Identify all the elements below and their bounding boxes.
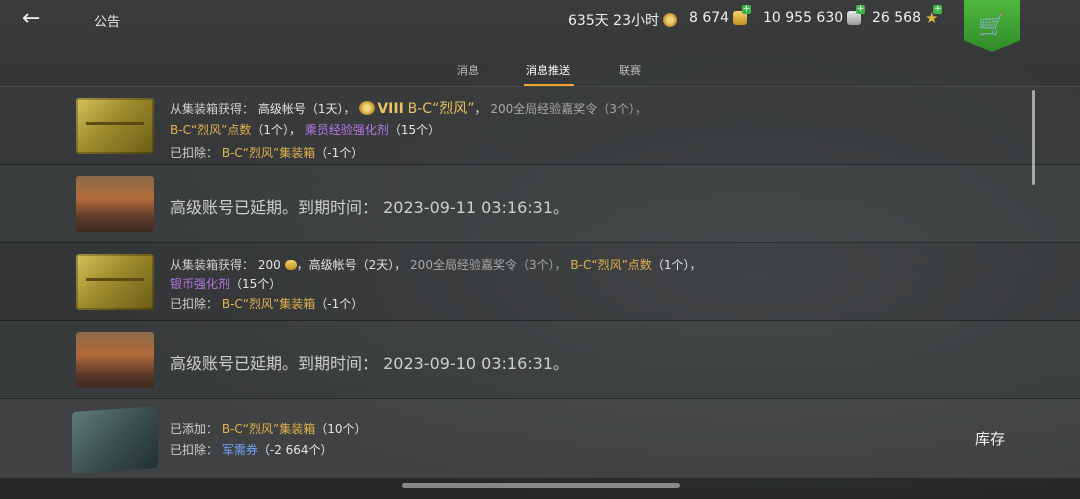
tank-tier-emblem-icon xyxy=(359,101,376,115)
reward-text: 银币强化剂 xyxy=(170,277,231,291)
container-crate-icon xyxy=(76,98,154,154)
message-item[interactable]: 从集装箱获得： 高级帐号（1天）， VIII B-C“烈风”， 200全局经验嘉… xyxy=(0,87,1080,165)
tank-name: B-C“烈风” xyxy=(407,101,475,117)
message-item[interactable]: 高级账号已延期。到期时间： 2023-09-11 03:16:31。 xyxy=(0,165,1080,243)
deducted-label: 已扣除： xyxy=(170,146,219,160)
gold-coins-icon: + xyxy=(733,5,752,25)
reward-text: ，高级帐号（2天）， xyxy=(296,258,407,272)
reward-text: 高级帐号（1天）， xyxy=(257,102,356,116)
gold-counter[interactable]: 8 674 + xyxy=(689,5,752,26)
added-label: 已添加： xyxy=(170,422,219,436)
container-crate-icon xyxy=(76,254,154,310)
reward-text: 200全局经验嘉奖令（3个）， xyxy=(410,258,567,272)
deducted-label: 已扣除： xyxy=(170,297,219,311)
deducted-item: B-C“烈风”集装箱 xyxy=(221,146,316,160)
deducted-label: 已扣除： xyxy=(170,443,219,457)
vertical-scrollbar[interactable] xyxy=(1032,90,1035,185)
prefix-text: 从集装箱获得： xyxy=(170,258,255,272)
message-line-1: 从集装箱获得： 高级帐号（1天）， VIII B-C“烈风”， 200全局经验嘉… xyxy=(170,98,647,118)
message-line-1: 已添加： B-C“烈风”集装箱（10个） xyxy=(170,420,367,437)
silver-coins-icon: + xyxy=(847,5,866,25)
message-item[interactable]: 从集装箱获得： 200 ，高级帐号（2天）， 200全局经验嘉奖令（3个）， B… xyxy=(0,243,1080,321)
silver-counter[interactable]: 10 955 630 + xyxy=(763,5,866,26)
inventory-button[interactable]: 库存 xyxy=(975,428,1005,449)
added-count: （10个） xyxy=(315,422,367,436)
gold-coin-icon xyxy=(284,260,297,270)
deducted-count: （-1个） xyxy=(315,146,364,160)
tab-league[interactable]: 联赛 xyxy=(619,62,641,78)
deducted-item: B-C“烈风”集装箱 xyxy=(221,297,316,311)
add-silver-icon: + xyxy=(856,4,866,14)
gold-amount: 200 xyxy=(257,258,281,272)
reward-text: 乘员经验强化剂 xyxy=(304,123,389,137)
deducted-count: （-2 664个） xyxy=(257,443,333,457)
tab-bar: 消息 消息推送 联赛 xyxy=(0,56,1080,86)
premium-time-value: 635天 23小时 xyxy=(568,13,659,29)
reward-count: （1个）， xyxy=(251,123,302,137)
free-xp-counter[interactable]: 26 568 ★ + xyxy=(872,4,943,27)
message-line-3: 已扣除： B-C“烈风”集装箱（-1个） xyxy=(170,144,363,161)
tank-battle-image xyxy=(76,332,154,388)
message-text: 高级账号已延期。到期时间： 2023-09-10 03:16:31。 xyxy=(170,354,570,373)
premium-laurel-icon xyxy=(663,13,677,27)
premium-time-counter[interactable]: 635天 23小时 xyxy=(568,10,677,30)
home-indicator-bar[interactable] xyxy=(402,483,680,488)
free-xp-value: 26 568 xyxy=(872,10,921,26)
green-container-icon xyxy=(72,405,158,475)
message-item[interactable]: 已添加： B-C“烈风”集装箱（10个） 已扣除： 军需券（-2 664个） 库… xyxy=(0,399,1080,479)
reward-count: （1个）， xyxy=(651,258,702,272)
tank-tier: VIII xyxy=(377,101,404,117)
deducted-count: （-1个） xyxy=(315,297,364,311)
silver-value: 10 955 630 xyxy=(763,10,844,26)
separator-text: ， xyxy=(474,102,487,116)
reward-count: （15个） xyxy=(230,277,282,291)
message-line-2: B-C“烈风”点数（1个）， 乘员经验强化剂（15个） xyxy=(170,121,440,138)
tab-message-push[interactable]: 消息推送 xyxy=(526,62,570,78)
tank-battle-image xyxy=(76,176,154,232)
message-line-2: 银币强化剂（15个） xyxy=(170,275,281,292)
page-title: 公告 xyxy=(94,15,121,30)
deducted-item: 军需券 xyxy=(221,443,258,457)
reward-count: （15个） xyxy=(388,123,441,137)
reward-text: B-C“烈风”点数 xyxy=(170,123,252,137)
top-bar: ← 公告 635天 23小时 8 674 + 10 955 630 + 26 5… xyxy=(0,0,1080,38)
reward-text: B-C“烈风”点数 xyxy=(570,258,652,272)
add-free-xp-icon: + xyxy=(933,4,943,14)
message-item[interactable]: 高级账号已延期。到期时间： 2023-09-10 03:16:31。 xyxy=(0,321,1080,399)
prefix-text: 从集装箱获得： xyxy=(170,102,255,116)
message-line-2: 已扣除： 军需券（-2 664个） xyxy=(170,441,333,458)
tab-messages[interactable]: 消息 xyxy=(457,62,479,78)
message-line-1: 从集装箱获得： 200 ，高级帐号（2天）， 200全局经验嘉奖令（3个）， B… xyxy=(170,256,701,273)
back-arrow-icon[interactable]: ← xyxy=(22,7,48,31)
add-gold-icon: + xyxy=(742,4,752,14)
reward-text: 200全局经验嘉奖令（3个）， xyxy=(490,102,647,116)
free-xp-star-icon: ★ + xyxy=(925,4,943,27)
message-line-3: 已扣除： B-C“烈风”集装箱（-1个） xyxy=(170,295,363,312)
added-item: B-C“烈风”集装箱 xyxy=(221,422,316,436)
shopping-cart-icon: 🛒 xyxy=(978,13,1006,39)
gold-value: 8 674 xyxy=(689,10,730,26)
message-text: 高级账号已延期。到期时间： 2023-09-11 03:16:31。 xyxy=(170,198,570,217)
